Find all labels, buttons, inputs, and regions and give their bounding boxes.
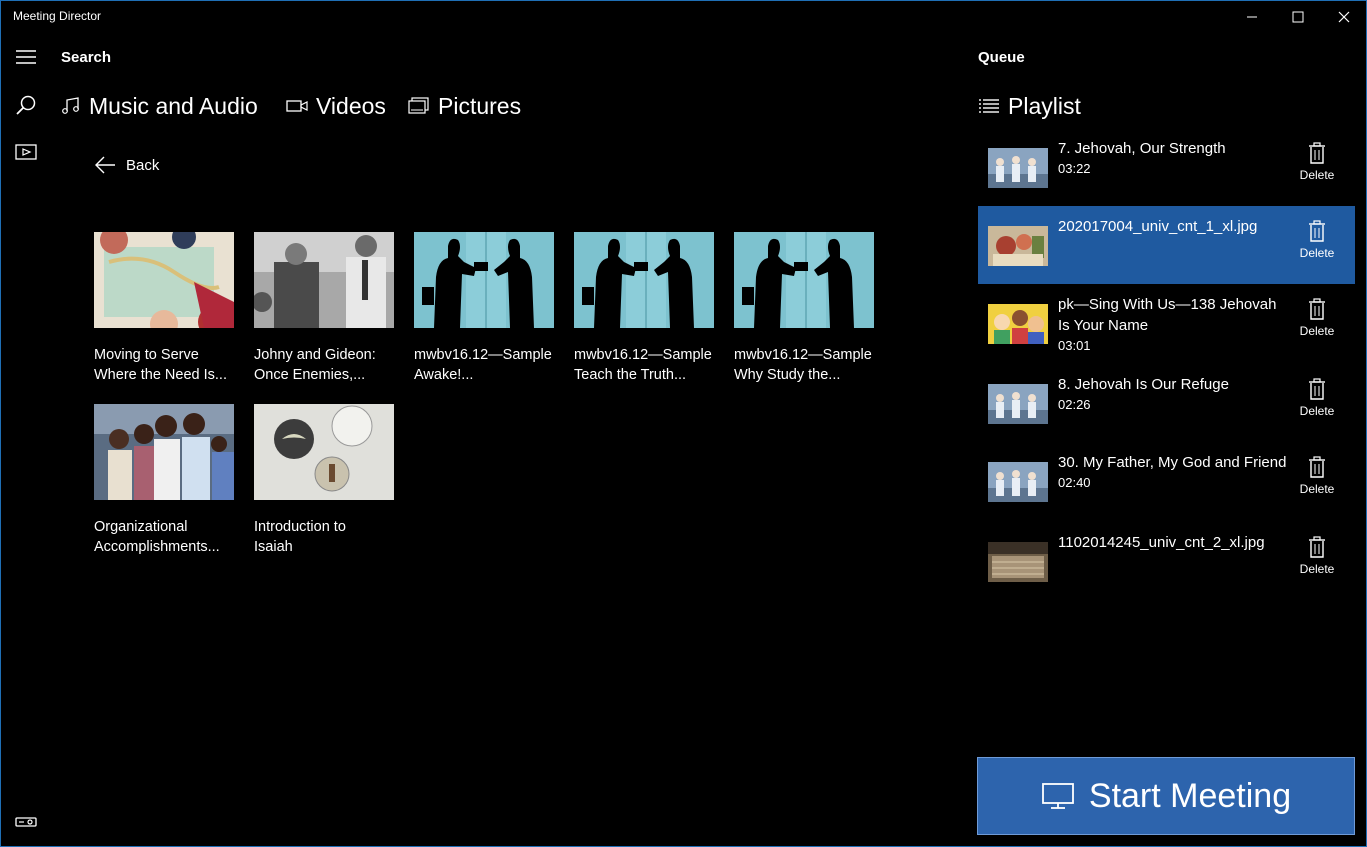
tab-label: Videos: [316, 92, 386, 119]
search-icon: [16, 95, 36, 115]
queue-item-title: 1102014245_univ_cnt_2_xl.jpg: [1058, 534, 1265, 551]
delete-button[interactable]: Delete: [1295, 220, 1339, 260]
delete-button[interactable]: Delete: [1295, 456, 1339, 496]
media-tile[interactable]: mwbv16.12—Sample Awake!...: [414, 232, 554, 385]
trash-icon: [1295, 142, 1339, 168]
delete-label: Delete: [1299, 404, 1335, 418]
queue-item-duration: 03:22: [1058, 161, 1091, 176]
delete-label: Delete: [1299, 246, 1335, 260]
start-meeting-button[interactable]: Start Meeting: [977, 757, 1355, 835]
music-note-icon: [61, 96, 81, 116]
media-tile[interactable]: mwbv16.12—Sample Teach the Truth...: [574, 232, 714, 385]
trash-icon: [1295, 456, 1339, 482]
back-arrow-icon: [95, 156, 115, 174]
queue-item-thumbnail: [988, 542, 1048, 582]
media-tile[interactable]: Introduction to Isaiah: [254, 404, 394, 557]
delete-label: Delete: [1299, 324, 1335, 338]
queue-item[interactable]: pk—Sing With Us—138 Jehovah Is Your Name…: [978, 284, 1355, 362]
media-thumbnail-illustration: [254, 404, 394, 500]
media-caption: Organizational Accomplishments...: [94, 519, 220, 555]
playlist-label: Playlist: [1008, 92, 1081, 119]
maximize-icon: [1292, 11, 1304, 22]
queue-item[interactable]: 30. My Father, My God and Friend 02:40 D…: [978, 442, 1355, 520]
trash-icon: [1295, 298, 1339, 324]
queue-item-duration: 02:26: [1058, 397, 1091, 412]
queue-item-thumbnail: [988, 148, 1048, 188]
queue-heading: Queue: [978, 49, 1025, 66]
app-window: Meeting Director Search Music and Audio …: [0, 0, 1367, 847]
media-thumbnail-men: [254, 232, 394, 328]
media-nav-button[interactable]: [13, 139, 39, 165]
media-thumbnail-silhouette: [734, 232, 874, 328]
tab-pictures[interactable]: Pictures: [408, 89, 521, 123]
hamburger-icon: [16, 50, 36, 64]
delete-label: Delete: [1299, 168, 1335, 182]
projector-nav-button[interactable]: [13, 809, 39, 835]
queue-item-title: 8. Jehovah Is Our Refuge: [1058, 376, 1229, 393]
trash-icon: [1295, 536, 1339, 562]
back-button[interactable]: Back: [94, 152, 159, 178]
queue-item-thumbnail: [988, 384, 1048, 424]
queue-item[interactable]: 1102014245_univ_cnt_2_xl.jpg Delete: [978, 522, 1355, 600]
start-meeting-label: Start Meeting: [1088, 776, 1292, 815]
queue-item-thumbnail: [988, 226, 1048, 266]
trash-icon: [1295, 378, 1339, 404]
nav-rail: [1, 32, 51, 846]
tab-videos[interactable]: Videos: [286, 89, 386, 123]
queue-item-title: 202017004_univ_cnt_1_xl.jpg: [1058, 218, 1258, 235]
maximize-button[interactable]: [1275, 1, 1321, 32]
delete-label: Delete: [1299, 562, 1335, 576]
queue-item-duration: 02:40: [1058, 475, 1091, 490]
media-caption: mwbv16.12—Sample Why Study the...: [734, 347, 872, 383]
queue-item-title: 7. Jehovah, Our Strength: [1058, 140, 1226, 157]
media-thumbnail-map: [94, 232, 234, 328]
media-tile[interactable]: Organizational Accomplishments...: [94, 404, 234, 557]
media-thumbnail-silhouette: [574, 232, 714, 328]
media-caption: mwbv16.12—Sample Awake!...: [414, 347, 552, 383]
video-camera-icon: [286, 98, 308, 114]
media-caption: Johny and Gideon: Once Enemies,...: [254, 347, 376, 383]
queue-item-selected[interactable]: 202017004_univ_cnt_1_xl.jpg Delete: [978, 206, 1355, 284]
delete-button[interactable]: Delete: [1295, 378, 1339, 418]
tab-label: Pictures: [438, 92, 522, 119]
window-title: Meeting Director: [13, 9, 102, 23]
queue-item[interactable]: 7. Jehovah, Our Strength 03:22 Delete: [978, 128, 1355, 206]
back-label: Back: [126, 156, 160, 174]
trash-icon: [1295, 220, 1339, 246]
media-tile[interactable]: Moving to Serve Where the Need Is...: [94, 232, 234, 385]
media-tile[interactable]: mwbv16.12—Sample Why Study the...: [734, 232, 874, 385]
queue-item-title: pk—Sing With Us—138 Jehovah Is Your Name: [1058, 296, 1277, 334]
queue-item[interactable]: 8. Jehovah Is Our Refuge 02:26 Delete: [978, 364, 1355, 442]
media-caption: mwbv16.12—Sample Teach the Truth...: [574, 347, 712, 383]
list-icon: [979, 99, 999, 113]
tab-label: Music and Audio: [89, 92, 258, 119]
media-tile[interactable]: Johny and Gideon: Once Enemies,...: [254, 232, 394, 385]
delete-button[interactable]: Delete: [1295, 142, 1339, 182]
media-thumbnail-family: [94, 404, 234, 500]
queue-item-title: 30. My Father, My God and Friend: [1058, 454, 1287, 471]
close-button[interactable]: [1321, 1, 1366, 32]
slideshow-icon: [15, 144, 37, 160]
title-bar: Meeting Director: [1, 1, 1366, 32]
hamburger-menu-button[interactable]: [13, 44, 39, 70]
media-caption: Introduction to Isaiah: [254, 519, 346, 555]
pictures-icon: [408, 97, 430, 115]
close-icon: [1338, 11, 1350, 22]
queue-item-thumbnail: [988, 304, 1048, 344]
search-nav-button[interactable]: [13, 92, 39, 118]
queue-item-duration: 03:01: [1058, 338, 1091, 353]
minimize-button[interactable]: [1229, 1, 1275, 32]
playlist-header: Playlist: [978, 89, 1081, 123]
delete-button[interactable]: Delete: [1295, 536, 1339, 576]
search-heading: Search: [61, 49, 112, 66]
tab-music-and-audio[interactable]: Music and Audio: [61, 89, 258, 123]
media-caption: Moving to Serve Where the Need Is...: [94, 347, 227, 383]
projector-icon: [15, 817, 37, 827]
media-thumbnail-silhouette: [414, 232, 554, 328]
monitor-icon: [1041, 783, 1074, 809]
delete-label: Delete: [1299, 482, 1335, 496]
queue-item-thumbnail: [988, 462, 1048, 502]
delete-button[interactable]: Delete: [1295, 298, 1339, 338]
minimize-icon: [1247, 16, 1257, 17]
